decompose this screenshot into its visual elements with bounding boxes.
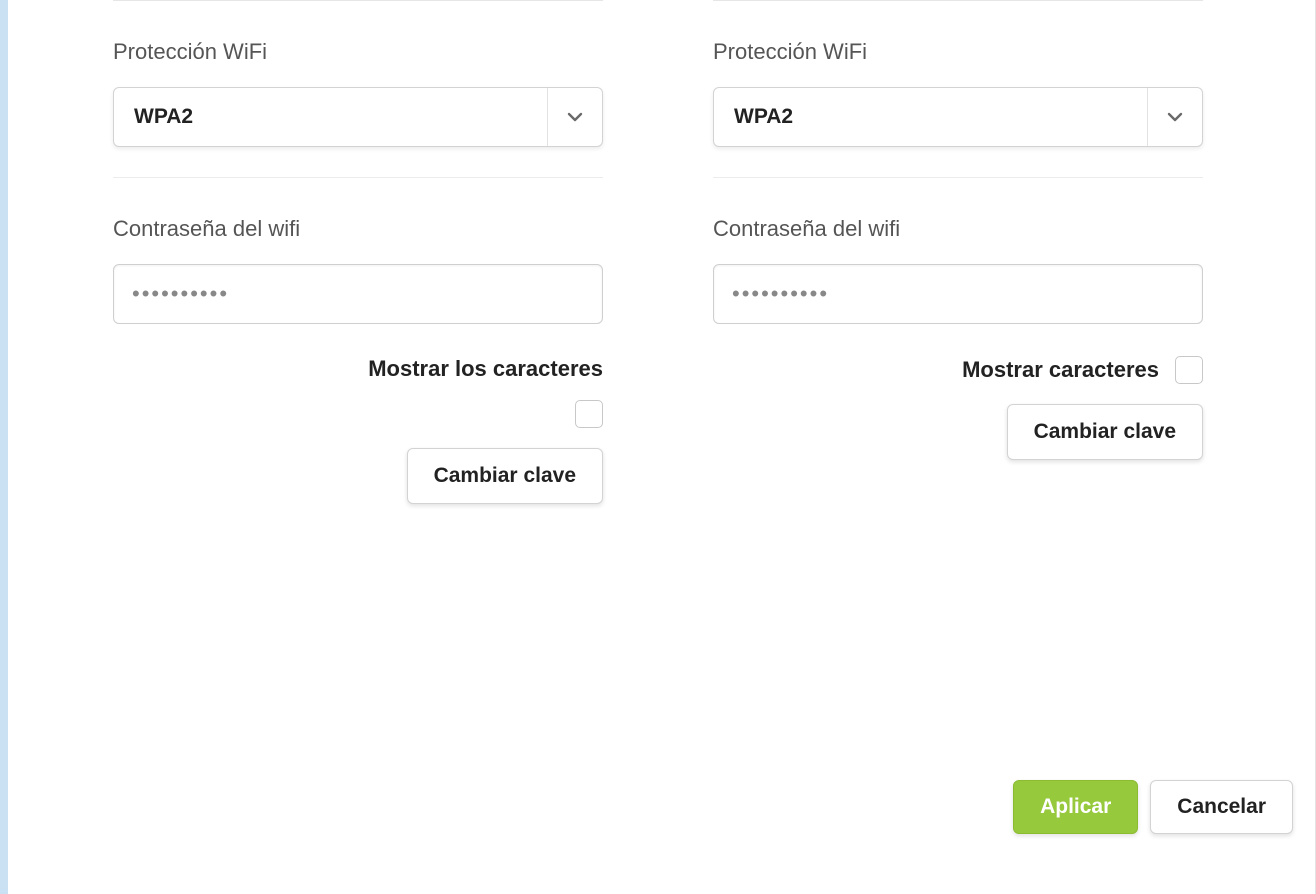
divider <box>113 177 603 178</box>
divider <box>713 0 1203 1</box>
protection-dropdown[interactable]: WPA2 <box>713 87 1203 147</box>
left-accent-strip <box>0 0 8 894</box>
password-label: Contraseña del wifi <box>713 216 1203 242</box>
wifi-password-input[interactable] <box>113 264 603 324</box>
password-label: Contraseña del wifi <box>113 216 603 242</box>
protection-dropdown[interactable]: WPA2 <box>113 87 603 147</box>
apply-button[interactable]: Aplicar <box>1013 780 1138 834</box>
show-characters-label: Mostrar los caracteres <box>113 356 603 382</box>
protection-label: Protección WiFi <box>113 39 603 65</box>
wifi-band-right-column: Protección WiFi WPA2 Contraseña del wifi… <box>713 0 1203 504</box>
protection-dropdown-value: WPA2 <box>114 88 548 146</box>
change-password-button[interactable]: Cambiar clave <box>1007 404 1203 460</box>
divider <box>113 0 603 1</box>
wifi-password-input[interactable] <box>713 264 1203 324</box>
show-characters-checkbox[interactable] <box>575 400 603 428</box>
show-characters-label: Mostrar caracteres <box>962 357 1159 383</box>
cancel-button[interactable]: Cancelar <box>1150 780 1293 834</box>
divider <box>713 177 1203 178</box>
protection-label: Protección WiFi <box>713 39 1203 65</box>
change-password-button[interactable]: Cambiar clave <box>407 448 603 504</box>
chevron-down-icon <box>548 88 602 146</box>
show-characters-checkbox[interactable] <box>1175 356 1203 384</box>
chevron-down-icon <box>1148 88 1202 146</box>
wifi-settings-panel: Protección WiFi WPA2 Contraseña del wifi… <box>8 0 1316 894</box>
footer-action-bar: Aplicar Cancelar <box>1013 780 1293 834</box>
wifi-band-left-column: Protección WiFi WPA2 Contraseña del wifi… <box>113 0 603 504</box>
protection-dropdown-value: WPA2 <box>714 88 1148 146</box>
